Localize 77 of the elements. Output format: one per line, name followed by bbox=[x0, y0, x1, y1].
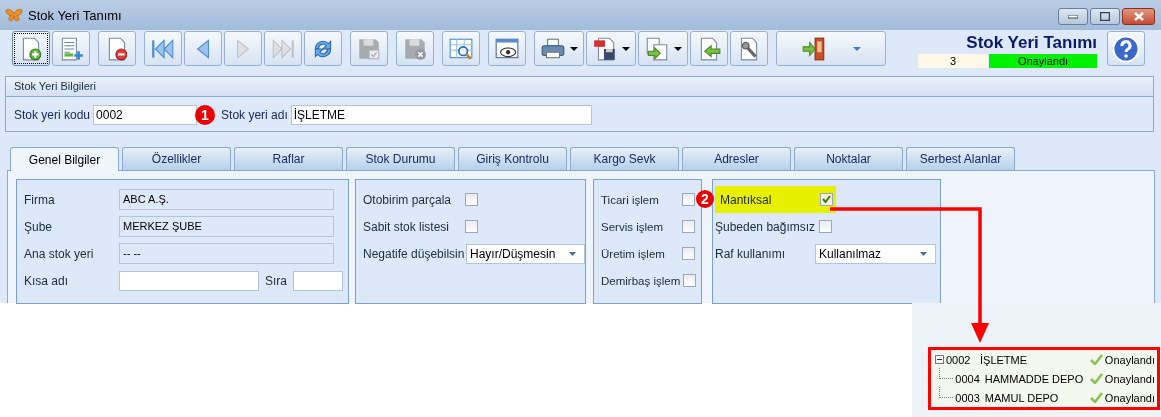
collapse-icon[interactable] bbox=[935, 355, 944, 364]
caret-icon bbox=[674, 46, 682, 51]
maximize-button[interactable] bbox=[1090, 8, 1120, 25]
close-button[interactable] bbox=[1122, 8, 1155, 25]
code-field[interactable]: 0002 bbox=[93, 105, 198, 125]
field-label: Sabit stok listesi bbox=[363, 219, 451, 234]
help-icon bbox=[1112, 34, 1140, 63]
checkbox[interactable] bbox=[683, 274, 697, 287]
text-field[interactable] bbox=[119, 270, 259, 291]
documents-arrow-icon bbox=[644, 35, 670, 62]
tree-item[interactable]: 0004 HAMMADDE DEPO Onaylandı bbox=[931, 369, 1157, 388]
checkbox[interactable] bbox=[819, 220, 833, 233]
checkbox[interactable] bbox=[820, 193, 833, 206]
field-label: Şubeden bağımsız bbox=[715, 219, 816, 234]
tree-connector-line bbox=[939, 368, 954, 379]
toolbar-button[interactable] bbox=[12, 31, 50, 66]
status-badge: Onaylandı bbox=[989, 54, 1097, 68]
window-title: Stok Yeri Tanımı bbox=[28, 7, 122, 23]
field-label: Negatife düşebilsin bbox=[363, 246, 465, 261]
field-label: Mantıksal bbox=[720, 192, 773, 207]
field-label: Demirbaş işlem bbox=[601, 274, 681, 287]
checkbox[interactable] bbox=[465, 220, 478, 233]
dropdown[interactable]: Hayır/Düşmesin bbox=[466, 243, 585, 264]
record-count: 3 bbox=[918, 54, 988, 68]
pdf-floppy-icon bbox=[592, 35, 618, 62]
tree-connector-line bbox=[939, 387, 954, 398]
field-label: Servis işlem bbox=[601, 220, 664, 233]
checkbox[interactable] bbox=[465, 193, 478, 206]
caret-icon bbox=[853, 46, 861, 51]
butterfly-icon bbox=[5, 7, 23, 23]
tree-item[interactable]: 0002 İŞLETME Onaylandı bbox=[931, 350, 1157, 369]
text-field[interactable] bbox=[293, 270, 343, 291]
checkbox[interactable] bbox=[682, 220, 695, 233]
group-title: Stok Yeri Bilgileri bbox=[6, 77, 1153, 97]
readonly-field: -- -- bbox=[119, 243, 334, 264]
field-label: Otobirim parçala bbox=[363, 192, 453, 207]
tab[interactable]: Genel Bilgiler bbox=[10, 147, 119, 171]
tree-item[interactable]: 0003 MAMUL DEPO Onaylandı bbox=[931, 388, 1157, 407]
field-label: Stok yeri adı bbox=[221, 108, 288, 122]
tab[interactable]: Stok Durumu bbox=[346, 147, 455, 170]
toolbar-button[interactable] bbox=[488, 31, 526, 66]
form-title: Stok Yeri Tanımı bbox=[966, 33, 1097, 53]
minimize-icon bbox=[1068, 14, 1078, 19]
readonly-field: ABC A.Ş. bbox=[119, 189, 334, 210]
door-arrow-icon bbox=[801, 35, 827, 62]
tab[interactable]: Özellikler bbox=[122, 147, 231, 170]
field-label: Üretim işlem bbox=[601, 247, 666, 260]
field-label: Firma bbox=[24, 192, 56, 207]
help-button[interactable] bbox=[1107, 31, 1145, 66]
field-label: Ana stok yeri bbox=[24, 246, 95, 261]
tab[interactable]: Giriş Kontrolu bbox=[458, 147, 567, 170]
toolbar-button[interactable] bbox=[586, 31, 636, 66]
readonly-field: MERKEZ ŞUBE bbox=[119, 216, 334, 237]
field-label: Şube bbox=[24, 219, 54, 234]
checkbox[interactable] bbox=[682, 193, 695, 206]
checkbox[interactable] bbox=[682, 247, 695, 260]
caret-icon bbox=[920, 251, 927, 256]
field-label: Raf kullanımı bbox=[715, 246, 787, 261]
check-icon bbox=[1090, 392, 1103, 403]
tab[interactable]: Kargo Sevk bbox=[570, 147, 679, 170]
dropdown[interactable]: Kullanılmaz bbox=[815, 243, 936, 264]
maximize-icon bbox=[1100, 12, 1110, 21]
tab[interactable]: Noktalar bbox=[794, 147, 903, 170]
tab[interactable]: Serbest Alanlar bbox=[906, 147, 1015, 170]
tab[interactable]: Adresler bbox=[682, 147, 791, 170]
caret-icon bbox=[569, 251, 576, 256]
close-icon bbox=[1133, 12, 1144, 21]
field-label: Sıra bbox=[265, 273, 287, 288]
check-icon bbox=[1089, 354, 1103, 365]
field-label: Kısa adı bbox=[24, 273, 70, 288]
check-icon bbox=[1090, 373, 1103, 384]
name-field[interactable]: İŞLETME bbox=[290, 105, 592, 125]
caret-icon bbox=[570, 46, 578, 51]
field-label: Ticari işlem bbox=[601, 193, 660, 206]
field-label: Stok yeri kodu bbox=[14, 108, 91, 122]
tab[interactable]: Raflar bbox=[234, 147, 343, 170]
caret-icon bbox=[622, 46, 630, 51]
